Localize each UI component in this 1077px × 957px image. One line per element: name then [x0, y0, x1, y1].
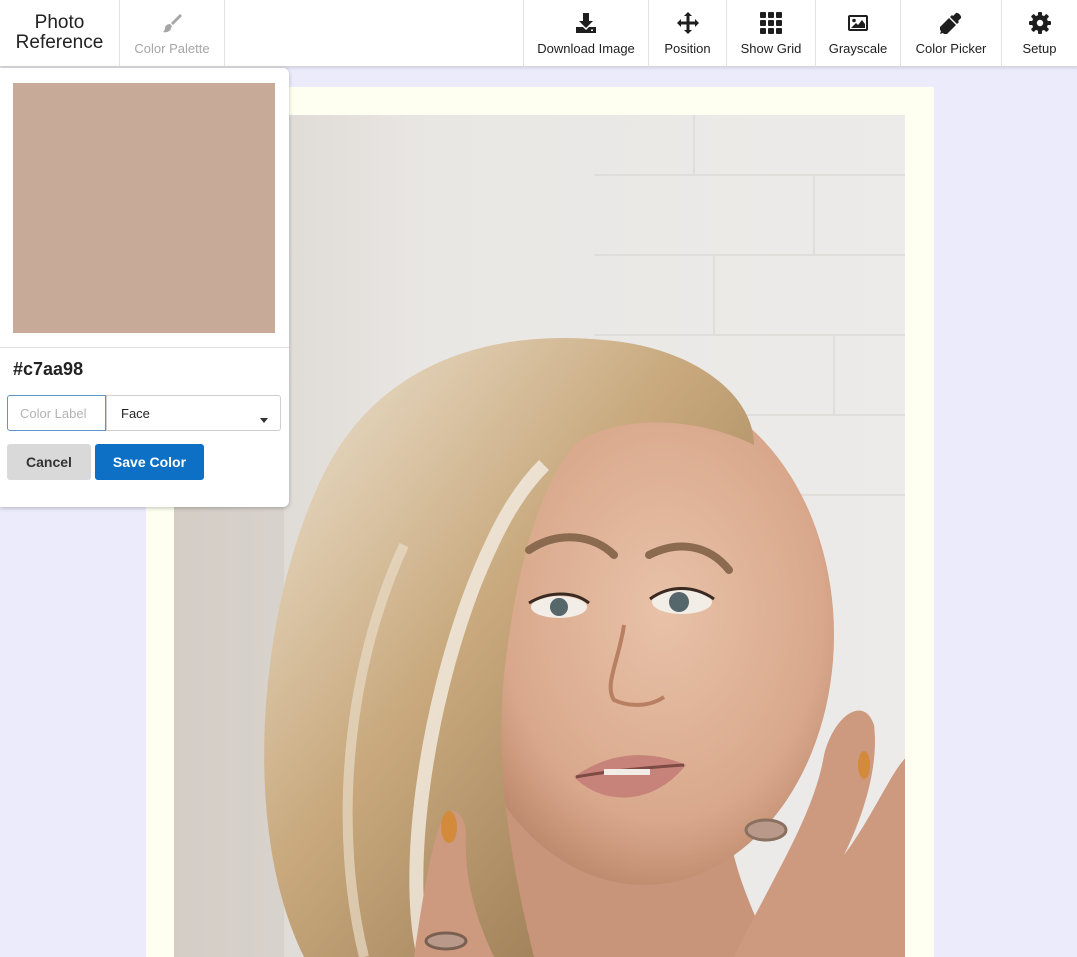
grayscale-button[interactable]: Grayscale [816, 0, 901, 66]
color-palette-button[interactable]: Color Palette [120, 0, 225, 66]
paintbrush-icon [161, 12, 183, 34]
app-title-line-1: Photo [34, 12, 85, 33]
image-icon [847, 12, 869, 34]
position-label: Position [664, 41, 711, 56]
download-image-label: Download Image [537, 41, 635, 56]
category-select[interactable]: Face [106, 395, 281, 431]
eyedropper-icon [940, 12, 962, 34]
download-icon [575, 12, 597, 34]
setup-label: Setup [1022, 41, 1057, 56]
download-image-button[interactable]: Download Image [523, 0, 649, 66]
move-arrows-icon [676, 12, 699, 34]
color-save-popup: #c7aa98 Face Cancel Save Color [0, 68, 289, 507]
cancel-button[interactable]: Cancel [7, 444, 91, 480]
show-grid-label: Show Grid [740, 41, 802, 56]
color-palette-label: Color Palette [134, 41, 210, 56]
color-swatch [13, 83, 275, 333]
app-title-line-2: Reference [15, 32, 104, 53]
show-grid-button[interactable]: Show Grid [727, 0, 816, 66]
grayscale-label: Grayscale [828, 41, 888, 56]
setup-button[interactable]: Setup [1002, 0, 1077, 66]
app-title: Photo Reference [0, 0, 120, 66]
grid-icon [760, 12, 782, 34]
top-toolbar: Photo Reference Color Palette Download I… [0, 0, 1077, 67]
popup-divider [0, 347, 289, 348]
position-button[interactable]: Position [649, 0, 727, 66]
gear-icon [1028, 12, 1051, 34]
color-picker-label: Color Picker [915, 41, 987, 56]
caret-down-icon [260, 411, 268, 426]
save-color-button[interactable]: Save Color [95, 444, 204, 480]
color-picker-button[interactable]: Color Picker [901, 0, 1002, 66]
hex-value: #c7aa98 [13, 359, 84, 379]
category-selected-value: Face [121, 405, 150, 421]
color-label-input[interactable] [7, 395, 106, 431]
